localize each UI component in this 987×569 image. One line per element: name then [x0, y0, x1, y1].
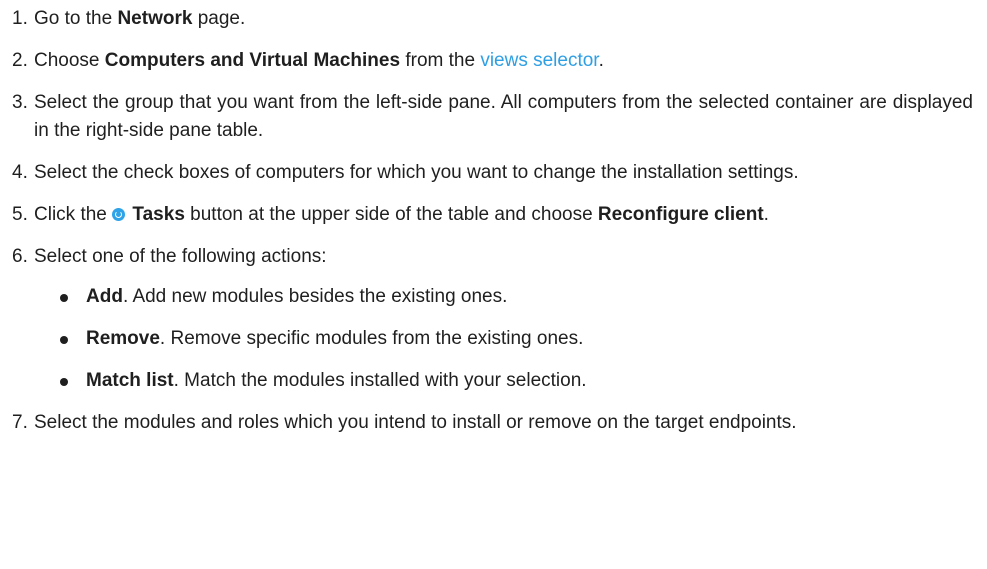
bullet-icon: [60, 378, 68, 386]
reconfigure-client-label: Reconfigure client: [597, 204, 764, 225]
action-match-list: Match list. Match the modules installed …: [34, 367, 973, 395]
step-number: 4.: [12, 162, 28, 183]
step-6: 6. Select one of the following actions: …: [0, 243, 987, 395]
step-text: from the: [400, 50, 481, 71]
step-text: Select the check boxes of computers for …: [34, 162, 799, 183]
step-text: button at the upper side of the table an…: [184, 204, 598, 225]
action-remove: Remove. Remove specific modules from the…: [34, 325, 973, 353]
tasks-label: Tasks: [132, 204, 185, 225]
action-text: . Remove specific modules from the exist…: [159, 328, 584, 349]
step-text: Select one of the following actions:: [34, 246, 327, 267]
action-label: Match list: [86, 370, 174, 391]
views-selector-link[interactable]: views selector: [480, 50, 598, 71]
step-2: 2. Choose Computers and Virtual Machines…: [0, 47, 987, 75]
step-text: page.: [192, 8, 246, 29]
step-text: .: [763, 204, 769, 225]
bullet-icon: [60, 294, 68, 302]
step-number: 2.: [12, 50, 28, 71]
step-7: 7. Select the modules and roles which yo…: [0, 409, 987, 437]
action-text: . Match the modules installed with your …: [173, 370, 587, 391]
bullet-icon: [60, 336, 68, 344]
steps-list: 1. Go to the Network page. 2. Choose Com…: [0, 0, 987, 451]
action-add: Add. Add new modules besides the existin…: [34, 283, 973, 311]
action-label: Add: [86, 286, 123, 307]
action-text: . Add new modules besides the existing o…: [122, 286, 508, 307]
step-number: 3.: [12, 92, 28, 113]
step-text: Go to the: [34, 8, 118, 29]
step-number: 7.: [12, 412, 28, 433]
step-text: Select the group that you want from the …: [34, 92, 973, 141]
step-number: 6.: [12, 246, 28, 267]
network-label: Network: [117, 8, 193, 29]
step-text: Click the: [34, 204, 113, 225]
action-label: Remove: [86, 328, 160, 349]
step-number: 1.: [12, 8, 28, 29]
document: 1. Go to the Network page. 2. Choose Com…: [0, 0, 987, 569]
step-text: Select the modules and roles which you i…: [34, 412, 797, 433]
computers-vm-label: Computers and Virtual Machines: [104, 50, 401, 71]
step-4: 4. Select the check boxes of computers f…: [0, 159, 987, 187]
step-5: 5. Click the Tasks button at the upper s…: [0, 201, 987, 229]
tasks-icon: [112, 208, 126, 221]
step-text: Choose: [34, 50, 105, 71]
step-1: 1. Go to the Network page.: [0, 0, 987, 33]
step-number: 5.: [12, 204, 28, 225]
step-text: .: [598, 50, 604, 71]
actions-list: Add. Add new modules besides the existin…: [34, 283, 973, 395]
step-3: 3. Select the group that you want from t…: [0, 89, 987, 145]
